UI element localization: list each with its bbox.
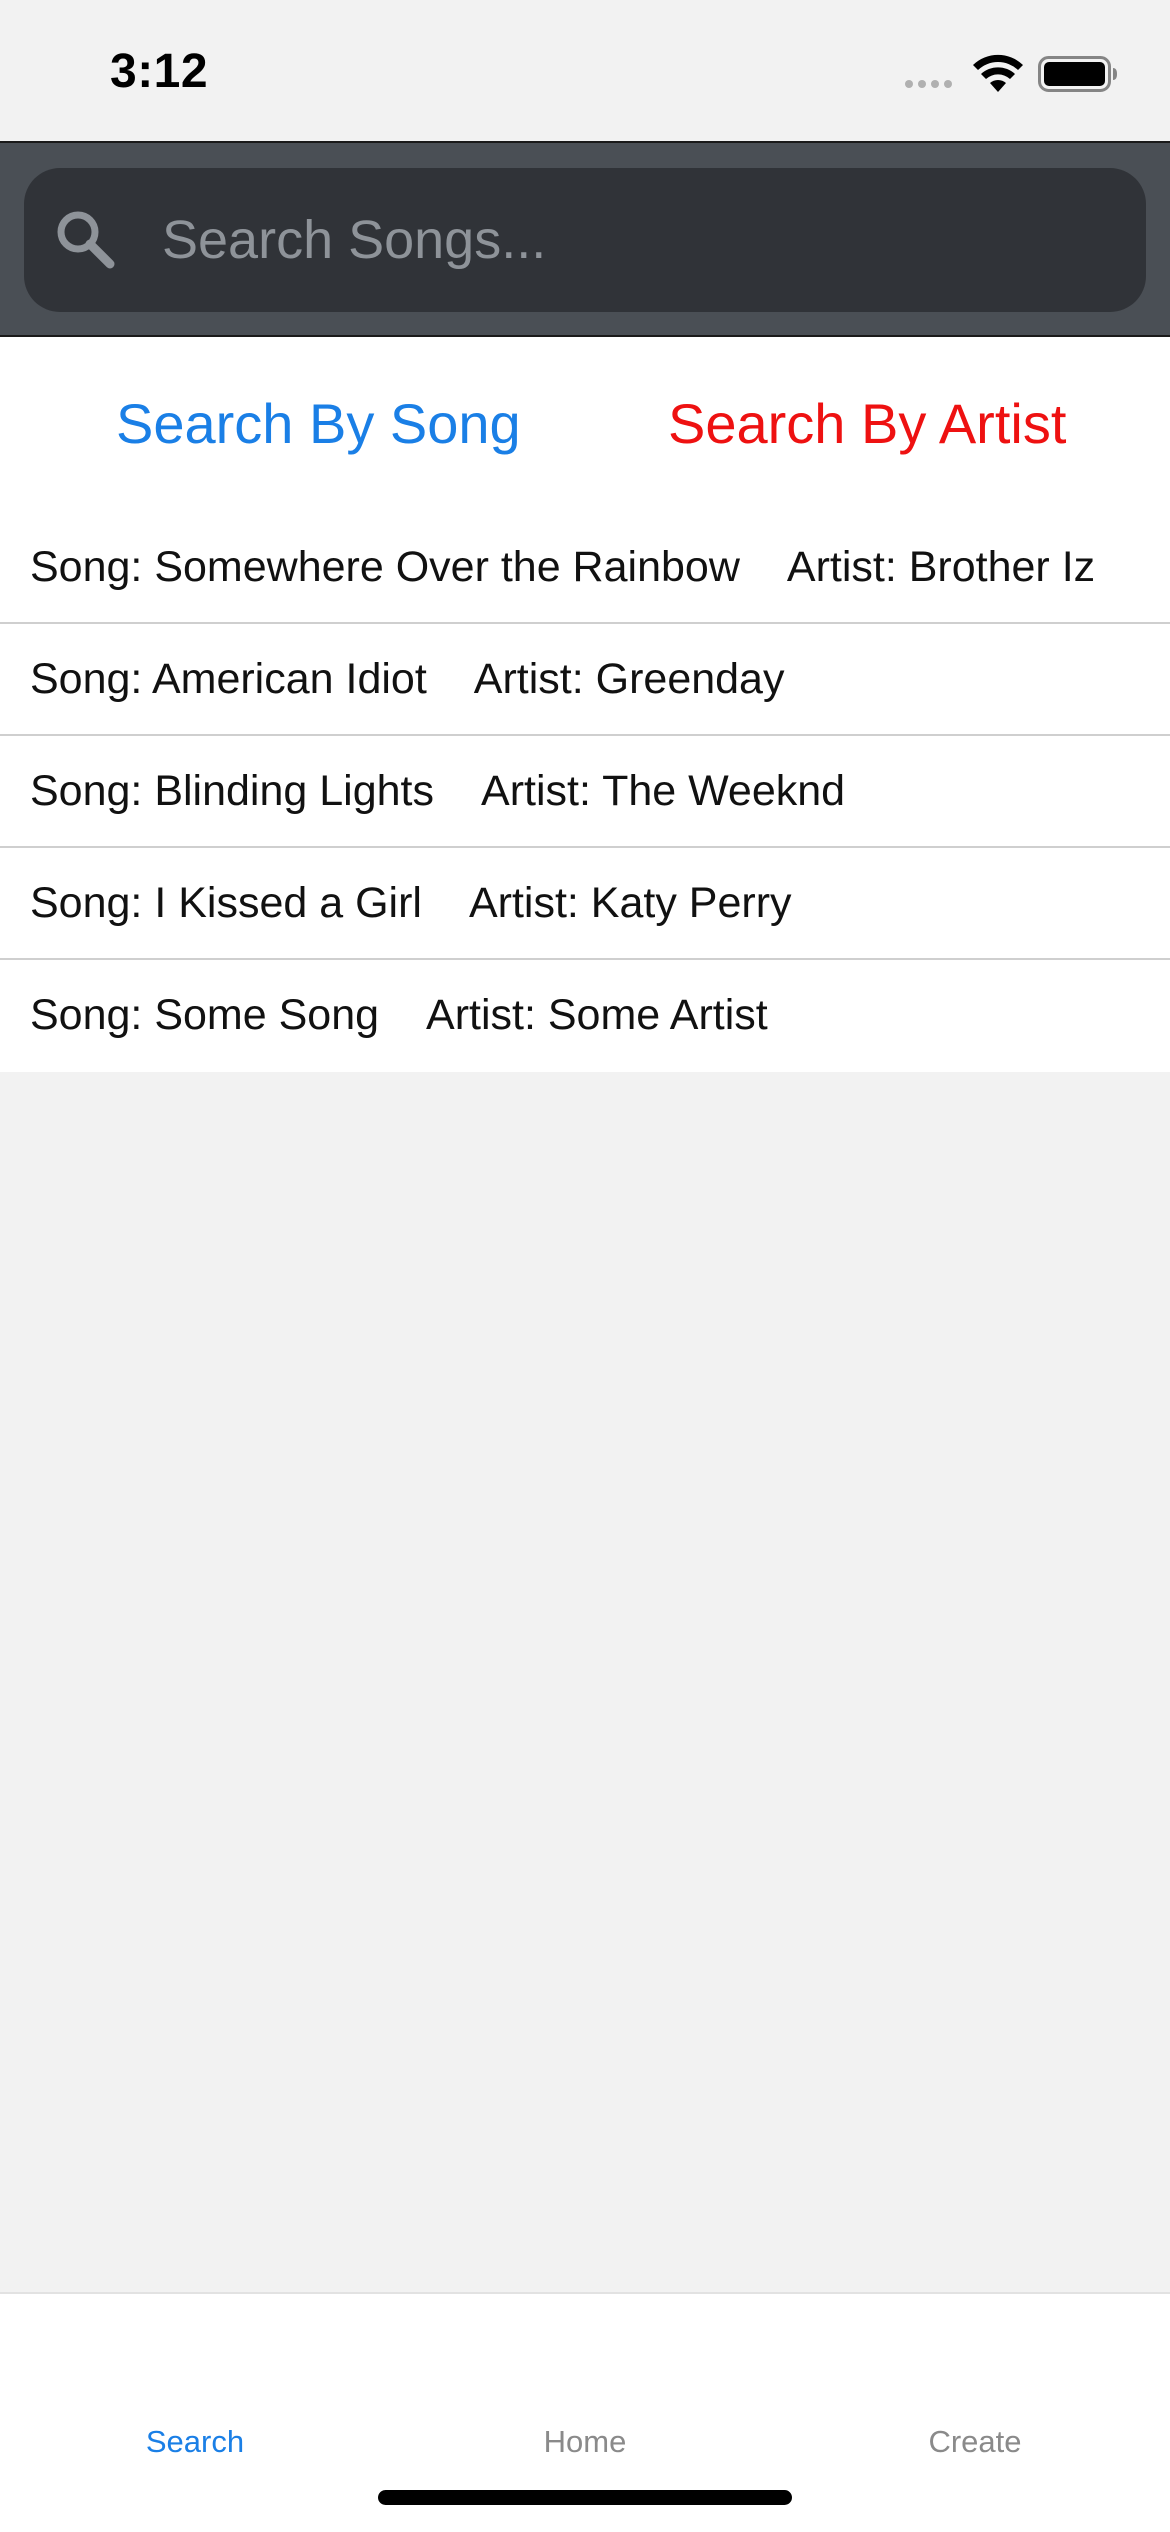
signal-dots-icon bbox=[905, 80, 952, 88]
tab-create[interactable]: Create bbox=[780, 2424, 1170, 2460]
song-label: Song: Some Song bbox=[30, 991, 380, 1039]
artist-label: Artist: Greenday bbox=[473, 654, 785, 703]
search-box[interactable] bbox=[24, 168, 1146, 312]
song-label: Song: American Idiot bbox=[30, 654, 427, 703]
status-bar: 3:12 bbox=[0, 0, 1170, 141]
search-header bbox=[0, 141, 1170, 337]
search-icon bbox=[57, 211, 115, 269]
list-item[interactable]: Song: Somewhere Over the Rainbow Artist:… bbox=[0, 512, 1170, 624]
results-panel: Search By Song Search By Artist Song: So… bbox=[0, 337, 1170, 1072]
battery-icon bbox=[1038, 56, 1117, 92]
wifi-icon bbox=[973, 54, 1023, 92]
tab-search[interactable]: Search bbox=[0, 2424, 390, 2460]
search-by-artist-button[interactable]: Search By Artist bbox=[668, 391, 1066, 456]
tab-home[interactable]: Home bbox=[390, 2424, 780, 2460]
artist-label: Artist: Katy Perry bbox=[468, 878, 792, 927]
home-indicator bbox=[378, 2490, 792, 2505]
song-label: Song: Blinding Lights bbox=[30, 766, 435, 815]
song-label: Song: I Kissed a Girl bbox=[30, 878, 422, 927]
list-item[interactable]: Song: Some Song Artist: Some Artist bbox=[0, 960, 1170, 1071]
artist-label: Artist: The Weeknd bbox=[481, 766, 846, 815]
search-by-song-button[interactable]: Search By Song bbox=[116, 391, 521, 456]
list-item[interactable]: Song: I Kissed a Girl Artist: Katy Perry bbox=[0, 848, 1170, 960]
search-input[interactable] bbox=[162, 198, 1112, 282]
list-item[interactable]: Song: American Idiot Artist: Greenday bbox=[0, 624, 1170, 736]
song-label: Song: Somewhere Over the Rainbow bbox=[30, 542, 740, 591]
search-mode-toggle: Search By Song Search By Artist bbox=[0, 337, 1170, 512]
list-item[interactable]: Song: Blinding Lights Artist: The Weeknd bbox=[0, 736, 1170, 848]
artist-label: Artist: Some Artist bbox=[426, 991, 768, 1039]
status-time: 3:12 bbox=[110, 45, 209, 98]
results-list: Song: Somewhere Over the Rainbow Artist:… bbox=[0, 512, 1170, 1071]
artist-label: Artist: Brother Iz bbox=[786, 542, 1096, 591]
